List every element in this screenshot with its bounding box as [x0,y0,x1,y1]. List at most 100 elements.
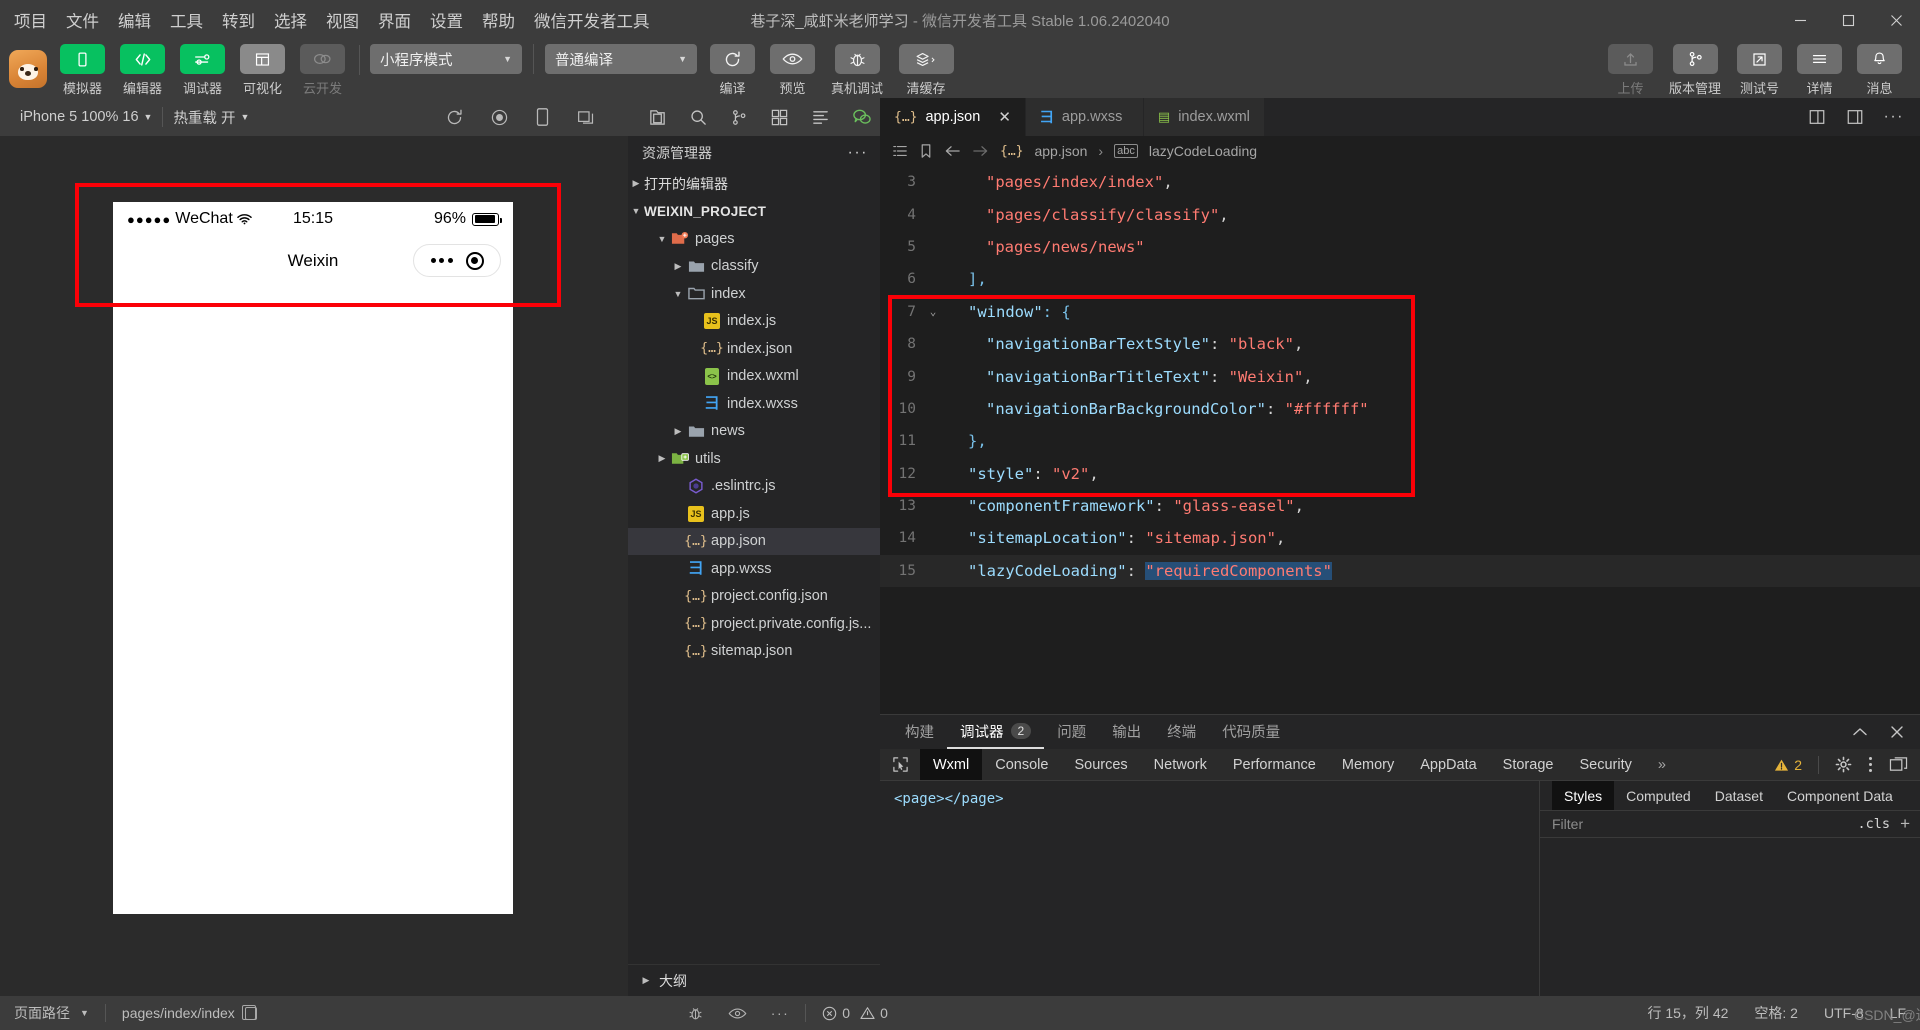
toolbar-editor-button[interactable]: 编辑器 [116,44,169,97]
preview-button[interactable]: 预览 [766,44,819,97]
devtools-tab-wxml[interactable]: Wxml [920,749,983,780]
code-line-4[interactable]: 4 "pages/classify/classify", [880,198,1920,230]
devtools-tab-network[interactable]: Network [1141,749,1220,780]
collapse-panel-icon[interactable] [1852,726,1868,738]
tree-item-project.private.config.js...[interactable]: ▶{…}project.private.config.js... [628,610,880,638]
tree-item-index.wxml[interactable]: ▶<>index.wxml [628,363,880,391]
tree-item-utils[interactable]: ▶ utils [628,445,880,473]
warning-indicator[interactable]: 2 [1774,757,1802,773]
devtools-tab-console[interactable]: Console [982,749,1061,780]
devtools-tab-appdata[interactable]: AppData [1407,749,1489,780]
devtools-tab-performance[interactable]: Performance [1220,749,1329,780]
maximize-button[interactable] [1824,0,1872,40]
simulator-refresh-icon[interactable] [445,108,464,127]
close-button[interactable] [1872,0,1920,40]
outline-icon[interactable] [811,108,830,127]
menu-item-edit[interactable]: 编辑 [118,8,151,32]
cursor-position[interactable]: 行 15，列 42 [1647,1003,1728,1023]
debugger-tab-build[interactable]: 构建 [892,715,947,749]
devtools-tab-security[interactable]: Security [1566,749,1644,780]
menu-item-help[interactable]: 帮助 [482,8,515,32]
code-line-6[interactable]: 6], [880,263,1920,295]
debugger-tab-terminal[interactable]: 终端 [1154,715,1209,749]
phone-preview[interactable]: ●●●●● WeChat 15:15 96% Weixin [113,202,513,914]
code-line-11[interactable]: 11}, [880,425,1920,457]
menu-item-select[interactable]: 选择 [274,8,307,32]
devtools-tab-sources[interactable]: Sources [1061,749,1140,780]
tree-item-index.wxss[interactable]: ▶彐index.wxss [628,390,880,418]
explorer-more-icon[interactable]: ··· [848,144,868,162]
debugger-tab-debugger[interactable]: 调试器 2 [947,715,1045,749]
breadcrumb-file[interactable]: app.json [1034,143,1087,159]
menu-item-file[interactable]: 文件 [66,8,99,32]
nav-back-icon[interactable] [944,144,961,158]
tree-item-app.json[interactable]: ▶{…}app.json [628,527,880,555]
tree-item-news[interactable]: ▶ news [628,418,880,446]
nav-forward-icon[interactable] [972,144,989,158]
page-path-label[interactable]: 页面路径 [14,1003,70,1023]
styles-tab-component-data[interactable]: Component Data [1775,781,1905,810]
project-root-row[interactable]: ▼ WEIXIN_PROJECT [628,198,880,226]
version-control-button[interactable]: 版本管理 [1664,44,1726,97]
status-more-icon[interactable]: ··· [771,1005,790,1021]
wechat-capsule-button[interactable] [413,244,501,277]
search-icon[interactable] [689,108,708,127]
hot-reload-select[interactable]: 热重载 开 ▼ [163,107,259,128]
menu-item-project[interactable]: 项目 [14,8,47,32]
tree-item-index.js[interactable]: ▶JSindex.js [628,308,880,336]
simulator-device-icon[interactable] [535,107,550,127]
tree-item-.eslintrc.js[interactable]: ▶.eslintrc.js [628,473,880,501]
code-line-14[interactable]: 14 "sitemapLocation": "sitemap.json", [880,522,1920,554]
minimize-button[interactable] [1776,0,1824,40]
status-eye-icon[interactable] [728,1006,747,1021]
devtools-more-icon[interactable] [1868,756,1873,773]
dock-icon[interactable] [1889,756,1908,773]
upload-button[interactable]: 上传 [1604,44,1657,97]
menu-item-tools[interactable]: 工具 [170,8,203,32]
debugger-tab-codequality[interactable]: 代码质量 [1209,715,1293,749]
compile-select[interactable]: 普通编译 ▼ [545,44,697,74]
copy-icon[interactable] [241,1004,257,1020]
gear-icon[interactable] [1835,756,1852,773]
simulator-multiscreen-icon[interactable] [576,108,596,127]
styles-tab-computed[interactable]: Computed [1614,781,1703,810]
code-line-12[interactable]: 12 "style": "v2", [880,458,1920,490]
toolbar-debugger-button[interactable]: 调试器 [176,44,229,97]
editor-more-icon[interactable]: ··· [1884,108,1904,126]
indentation-setting[interactable]: 空格: 2 [1754,1003,1798,1023]
menu-item-settings[interactable]: 设置 [430,8,463,32]
menu-item-view[interactable]: 视图 [326,8,359,32]
tree-item-project.config.json[interactable]: ▶{…}project.config.json [628,583,880,611]
styles-tab-dataset[interactable]: Dataset [1703,781,1775,810]
devtools-tab-overflow[interactable]: » [1645,749,1679,780]
tree-item-app.js[interactable]: ▶JSapp.js [628,500,880,528]
devtools-tab-storage[interactable]: Storage [1490,749,1567,780]
chevron-down-icon[interactable]: ▼ [80,1008,89,1018]
code-line-8[interactable]: 8 "navigationBarTextStyle": "black", [880,328,1920,360]
code-line-5[interactable]: 5 "pages/news/news" [880,231,1920,263]
wxml-root-node[interactable]: <page></page> [894,791,1004,807]
debugger-tab-problems[interactable]: 问题 [1044,715,1099,749]
messages-button[interactable]: 消息 [1853,44,1906,97]
error-indicator[interactable]: 0 [822,1005,850,1021]
tab-app-json[interactable]: {…} app.json ✕ [880,98,1026,136]
details-button[interactable]: 详情 [1793,44,1846,97]
devtools-tab-memory[interactable]: Memory [1329,749,1407,780]
code-line-15[interactable]: 15 "lazyCodeLoading": "requiredComponents… [880,554,1920,588]
toolbar-cloud-button[interactable]: 云开发 [296,44,349,97]
tab-app-wxss[interactable]: 彐 app.wxss [1025,98,1144,136]
menu-item-devtools[interactable]: 微信开发者工具 [534,8,650,32]
code-line-3[interactable]: 3 "pages/index/index", [880,166,1920,198]
tree-item-sitemap.json[interactable]: ▶{…}sitemap.json [628,638,880,666]
styles-filter-input[interactable]: Filter [1552,816,1583,832]
code-line-9[interactable]: 9 "navigationBarTitleText": "Weixin", [880,360,1920,392]
status-warning-indicator[interactable]: 0 [860,1005,888,1021]
debugger-tab-output[interactable]: 输出 [1099,715,1154,749]
fold-chevron-down-icon[interactable]: ⌄ [924,305,942,318]
tree-item-index[interactable]: ▼ index [628,280,880,308]
test-account-button[interactable]: 测试号 [1733,44,1786,97]
code-line-13[interactable]: 13 "componentFramework": "glass-easel", [880,490,1920,522]
menu-item-goto[interactable]: 转到 [222,8,255,32]
extensions-icon[interactable] [770,108,789,127]
files-icon[interactable] [648,108,667,127]
